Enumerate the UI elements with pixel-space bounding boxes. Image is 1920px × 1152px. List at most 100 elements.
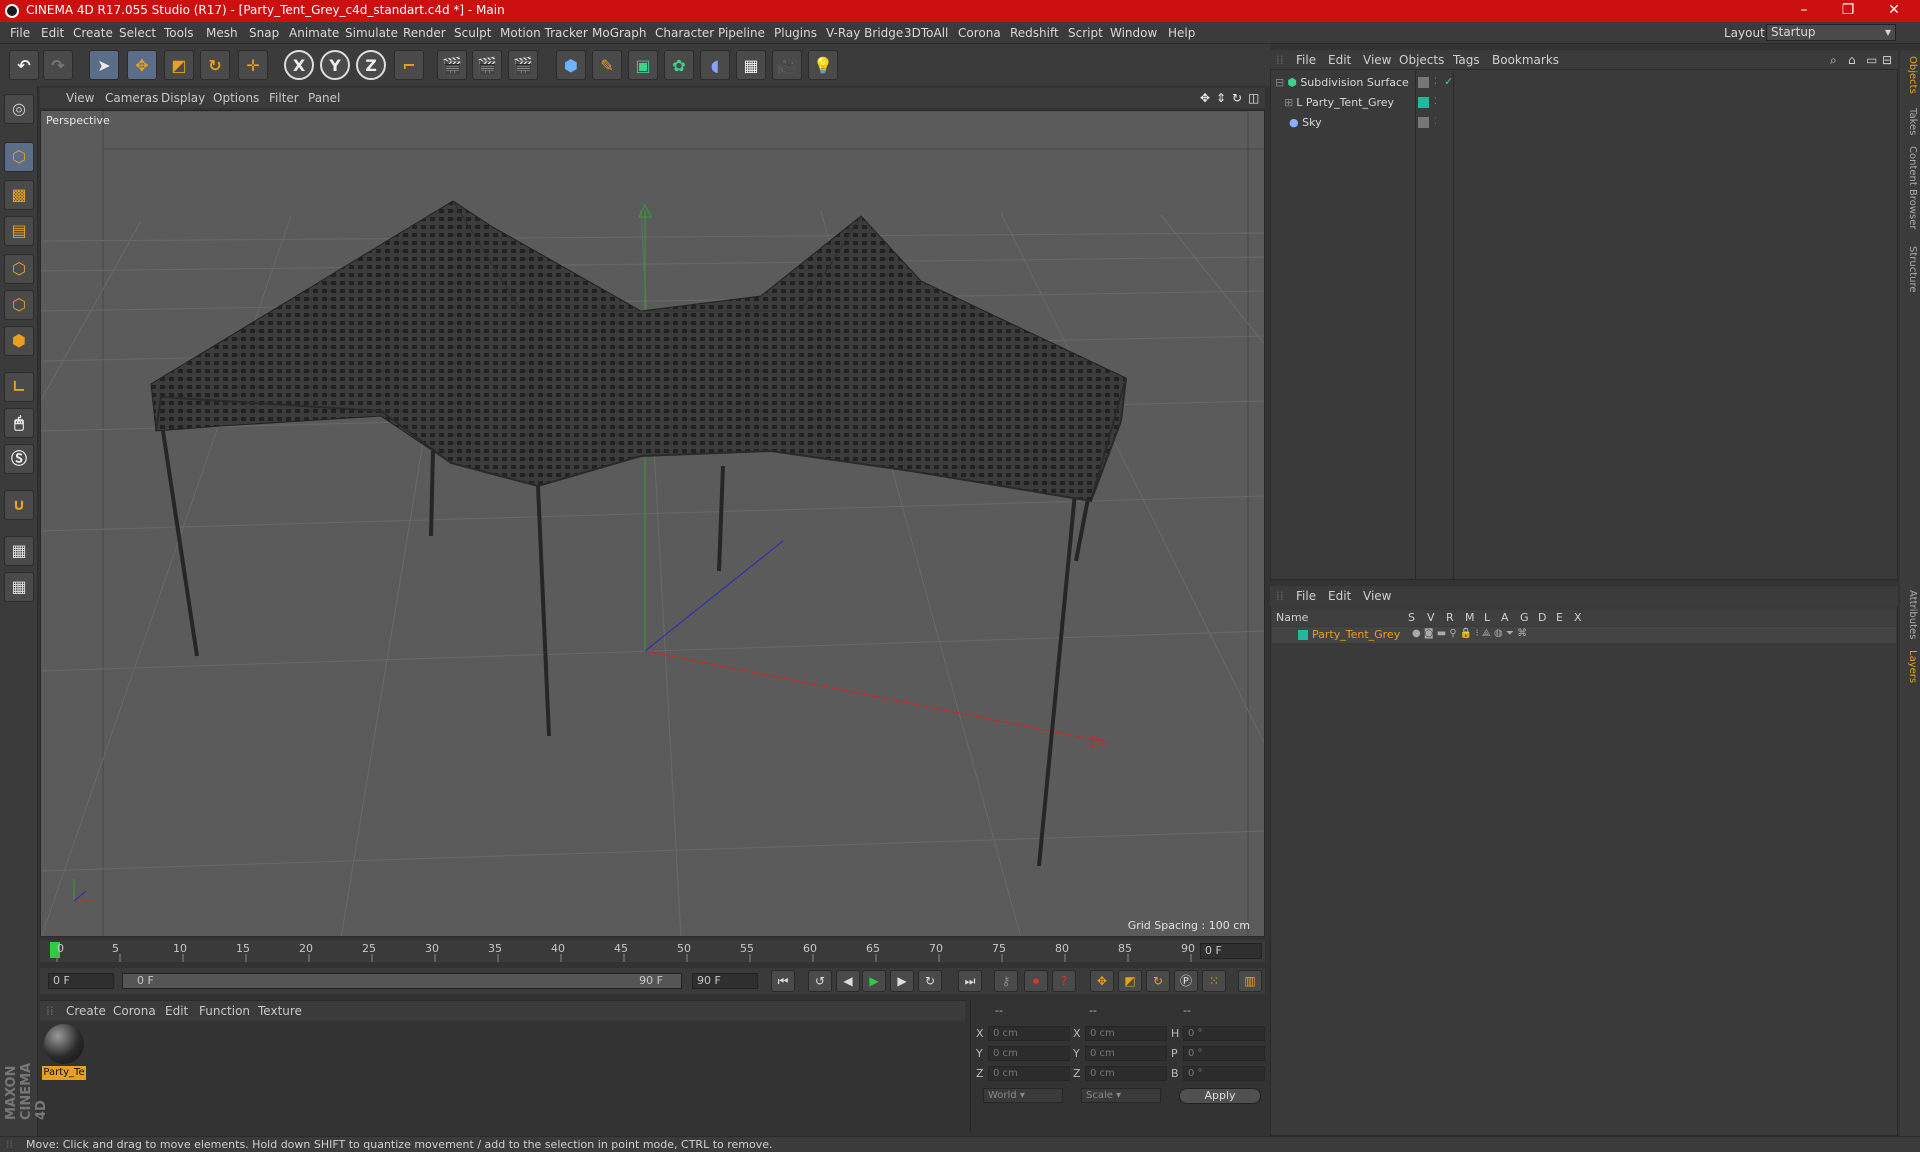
obj-menu-bookmarks[interactable]: Bookmarks <box>1492 53 1559 67</box>
live-selection-button[interactable]: ➤ <box>89 50 119 80</box>
size-y-field[interactable]: 0 cm <box>1085 1046 1167 1061</box>
viewport-maximize-icon[interactable]: ◫ <box>1248 91 1259 105</box>
home-icon[interactable]: ⌂ <box>1848 53 1856 67</box>
mat-menu-edit[interactable]: Edit <box>165 1004 188 1018</box>
column-solo[interactable]: S <box>1408 611 1415 624</box>
column-expressions[interactable]: E <box>1556 611 1563 624</box>
key-parameter-button[interactable]: Ⓟ <box>1174 970 1198 992</box>
panel-grip-icon[interactable]: ⁞⁞ <box>1276 53 1284 67</box>
object-new-icon[interactable]: ▭ <box>1866 53 1877 67</box>
menu-plugins[interactable]: Plugins <box>774 26 817 40</box>
position-y-field[interactable]: 0 cm <box>988 1046 1070 1061</box>
render-view-button[interactable]: 🎬 <box>437 50 467 80</box>
obj-menu-view[interactable]: View <box>1363 53 1391 67</box>
vp-menu-filter[interactable]: Filter <box>269 91 299 105</box>
polygons-mode-button[interactable]: ⬢ <box>4 326 34 356</box>
maximize-button[interactable]: ❐ <box>1826 0 1870 22</box>
subdivision-surface-button[interactable]: ▣ <box>628 50 658 80</box>
column-manager[interactable]: M <box>1465 611 1475 624</box>
workplane-lock-button[interactable]: ▦ <box>4 536 34 566</box>
layer-tag-icon[interactable] <box>1418 117 1429 128</box>
start-frame-field[interactable]: 0 F <box>48 973 114 989</box>
coordinate-system-button[interactable]: ⌐ <box>394 50 424 80</box>
menu-render[interactable]: Render <box>403 26 446 40</box>
obj-menu-edit[interactable]: Edit <box>1328 53 1351 67</box>
rotation-b-field[interactable]: 0 ° <box>1183 1066 1265 1081</box>
make-editable-button[interactable]: ◎ <box>4 94 34 124</box>
menu-help[interactable]: Help <box>1168 26 1195 40</box>
render-picture-viewer-button[interactable]: 🎬 <box>472 50 502 80</box>
position-z-field[interactable]: 0 cm <box>988 1066 1070 1081</box>
mat-menu-texture[interactable]: Texture <box>258 1004 302 1018</box>
position-x-field[interactable]: 0 cm <box>988 1026 1070 1041</box>
menu-snap[interactable]: Snap <box>249 26 279 40</box>
layer-menu-view[interactable]: View <box>1363 589 1391 603</box>
menu-create[interactable]: Create <box>73 26 113 40</box>
tab-content-browser[interactable]: Content Browser <box>1902 146 1918 229</box>
menu-vray-bridge[interactable]: V-Ray Bridge <box>826 26 903 40</box>
lock-x-axis-button[interactable]: X <box>284 50 314 80</box>
apply-button[interactable]: Apply <box>1179 1088 1261 1104</box>
mat-menu-create[interactable]: Create <box>66 1004 106 1018</box>
expand-icon[interactable]: ⊞ <box>1284 96 1293 109</box>
previous-key-button[interactable]: ↺ <box>808 970 832 992</box>
edges-mode-button[interactable]: ⬡ <box>4 290 34 320</box>
key-pla-button[interactable]: ⁙ <box>1202 970 1226 992</box>
enabled-check-icon[interactable]: ✓ <box>1444 75 1453 88</box>
layer-color-swatch[interactable] <box>1418 97 1429 108</box>
menu-redshift[interactable]: Redshift <box>1010 26 1059 40</box>
column-view[interactable]: V <box>1427 611 1435 624</box>
next-key-button[interactable]: ↻ <box>918 970 942 992</box>
go-to-start-button[interactable]: ⏮ <box>771 970 795 992</box>
workplane-mode-button[interactable]: ▤ <box>4 216 34 246</box>
size-x-field[interactable]: 0 cm <box>1085 1026 1167 1041</box>
search-icon[interactable]: ⌕ <box>1830 53 1837 68</box>
current-frame-field[interactable]: 0 F <box>1200 943 1262 959</box>
axis-mode-button[interactable]: ∟ <box>4 372 34 402</box>
visibility-dots-icon[interactable]: ⁚ <box>1434 77 1437 87</box>
next-frame-button[interactable]: ▶ <box>890 970 914 992</box>
column-generators[interactable]: G <box>1520 611 1529 624</box>
panel-grip-icon[interactable]: ⁞⁞ <box>46 1004 54 1018</box>
obj-menu-file[interactable]: File <box>1296 53 1316 67</box>
column-deformers[interactable]: D <box>1538 611 1546 624</box>
vp-menu-view[interactable]: View <box>66 91 94 105</box>
texture-mode-button[interactable]: ▩ <box>4 180 34 210</box>
spline-pen-button[interactable]: ✎ <box>592 50 622 80</box>
go-to-end-button[interactable]: ⏭ <box>958 970 982 992</box>
camera-button[interactable]: 🎥 <box>772 50 802 80</box>
frame-range-slider[interactable]: 0 F 90 F <box>122 973 682 989</box>
light-button[interactable]: 💡 <box>808 50 838 80</box>
rotate-tool-button[interactable]: ↻ <box>200 50 230 80</box>
previous-frame-button[interactable]: ◀ <box>836 970 860 992</box>
column-xref[interactable]: X <box>1574 611 1582 624</box>
menu-file[interactable]: File <box>10 26 30 40</box>
menu-window[interactable]: Window <box>1110 26 1157 40</box>
cloner-button[interactable]: ✿ <box>664 50 694 80</box>
column-animation[interactable]: A <box>1501 611 1509 624</box>
lock-y-axis-button[interactable]: Y <box>320 50 350 80</box>
end-frame-field[interactable]: 90 F <box>692 973 758 989</box>
menu-mesh[interactable]: Mesh <box>206 26 238 40</box>
rotation-h-field[interactable]: 0 ° <box>1183 1026 1265 1041</box>
rotation-p-field[interactable]: 0 ° <box>1183 1046 1265 1061</box>
panel-grip-icon[interactable]: ⁞⁞ <box>1276 589 1284 603</box>
material-swatch[interactable]: Party_Te <box>42 1024 86 1080</box>
minimize-button[interactable]: – <box>1782 0 1826 22</box>
size-z-field[interactable]: 0 cm <box>1085 1066 1167 1081</box>
menu-tools[interactable]: Tools <box>164 26 194 40</box>
keyframe-selection-button[interactable]: ? <box>1052 970 1076 992</box>
coordinate-system-select[interactable]: World ▾ <box>983 1088 1063 1103</box>
menu-motion-tracker[interactable]: Motion Tracker <box>500 26 588 40</box>
vp-menu-display[interactable]: Display <box>161 91 205 105</box>
column-render[interactable]: R <box>1446 611 1454 624</box>
collapse-icon[interactable]: ⊟ <box>1275 76 1284 89</box>
autokey-button[interactable]: ⏺ <box>1024 970 1048 992</box>
render-settings-button[interactable]: 🎬 <box>508 50 538 80</box>
tab-layers[interactable]: Layers <box>1902 650 1918 683</box>
tab-objects[interactable]: Objects <box>1902 56 1918 94</box>
obj-menu-objects[interactable]: Objects <box>1399 53 1444 67</box>
solo-button[interactable]: Ⓢ <box>4 444 34 474</box>
layer-row-party-tent-grey[interactable]: Party_Tent_Grey ● ◙ ▬ ⚲ 🔒 ⁝ ⟁ ◍ ⏷ ⌘ <box>1272 627 1896 643</box>
model-mode-button[interactable]: ⬡ <box>4 142 34 172</box>
